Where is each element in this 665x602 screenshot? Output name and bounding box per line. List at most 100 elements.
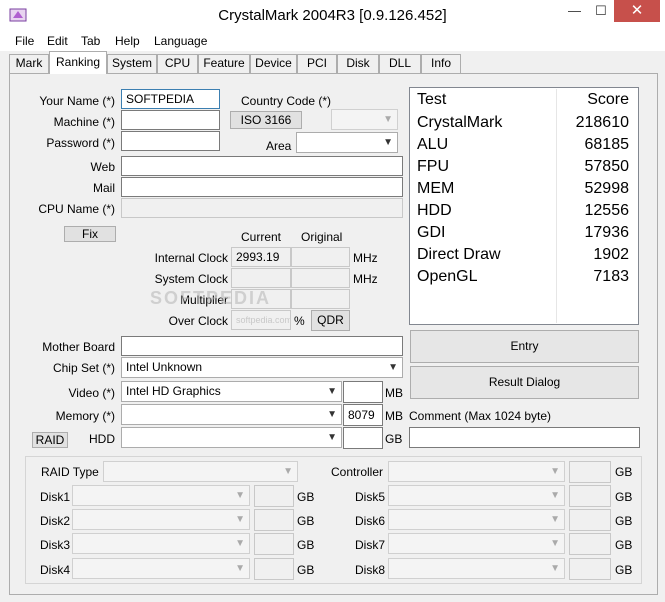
softpedia-watermark: SOFTPEDIA (150, 288, 272, 308)
menu-help[interactable]: Help (115, 34, 140, 48)
over-clock-input: softpedia.com (231, 310, 291, 330)
score-value: 57850 (584, 158, 630, 175)
disk3-size (254, 533, 294, 555)
hdd-unit: GB (385, 432, 403, 446)
memory-select[interactable]: ▼ (121, 404, 342, 425)
disk7-size (569, 533, 611, 555)
cpu-name-input[interactable] (121, 198, 403, 218)
raid-button[interactable]: RAID (32, 432, 68, 448)
menu-tab[interactable]: Tab (81, 34, 100, 48)
comment-input[interactable] (409, 427, 640, 448)
disk6-size (569, 509, 611, 531)
controller-label: Controller (331, 465, 384, 479)
your-name-label: Your Name (*) (39, 94, 115, 108)
mother-board-input[interactable] (121, 336, 403, 356)
hdd-size-input[interactable] (343, 427, 383, 449)
result-dialog-button[interactable]: Result Dialog (410, 366, 639, 399)
score-table: Test Score CrystalMark 218610 ALU 68185 FP… (409, 87, 639, 325)
web-input[interactable] (121, 156, 403, 176)
mail-input[interactable] (121, 177, 403, 197)
disk2-select[interactable]: ▼ (72, 509, 250, 530)
video-unit: MB (385, 386, 403, 400)
disk1-label: Disk1 (40, 490, 71, 504)
disk1-select[interactable]: ▼ (72, 485, 250, 506)
table-row: Direct Draw 1902 (410, 246, 638, 268)
over-clock-percent: % (294, 314, 305, 328)
menu-file[interactable]: File (15, 34, 34, 48)
menu-language[interactable]: Language (154, 34, 207, 48)
over-clock-label: Over Clock (168, 314, 228, 328)
video-value: Intel HD Graphics (126, 384, 221, 398)
tab-ranking[interactable]: Ranking (49, 51, 107, 74)
area-select[interactable]: ▼ (296, 132, 398, 153)
chevron-down-icon: ▼ (327, 432, 337, 443)
country-code-select[interactable]: ▼ (331, 109, 398, 130)
header-score: Score (587, 91, 629, 108)
disk5-label: Disk5 (355, 490, 386, 504)
score-name: CrystalMark (417, 114, 503, 131)
disk3-select[interactable]: ▼ (72, 533, 250, 554)
chevron-down-icon: ▼ (235, 490, 245, 501)
disk8-select[interactable]: ▼ (388, 558, 565, 579)
disk4-select[interactable]: ▼ (72, 558, 250, 579)
disk8-unit: GB (615, 563, 633, 577)
disk4-size (254, 558, 294, 580)
tab-device[interactable]: Device (250, 54, 297, 73)
qdr-button[interactable]: QDR (311, 310, 350, 331)
tab-feature[interactable]: Feature (198, 54, 250, 73)
minimize-button[interactable]: — (561, 0, 588, 22)
chevron-down-icon: ▼ (550, 538, 560, 549)
menu-edit[interactable]: Edit (47, 34, 68, 48)
password-input[interactable] (121, 131, 220, 151)
chip-set-value: Intel Unknown (126, 360, 203, 374)
maximize-button[interactable]: ☐ (588, 0, 614, 22)
chevron-down-icon: ▼ (235, 563, 245, 574)
video-memory-input[interactable] (343, 381, 383, 403)
memory-label: Memory (*) (55, 409, 115, 423)
mother-board-label: Mother Board (42, 340, 115, 354)
tab-system[interactable]: System (107, 54, 157, 73)
system-clock-unit: MHz (353, 272, 378, 286)
tab-mark[interactable]: Mark (9, 54, 49, 73)
chevron-down-icon: ▼ (327, 386, 337, 397)
video-select[interactable]: Intel HD Graphics ▼ (121, 381, 342, 402)
disk5-select[interactable]: ▼ (388, 485, 565, 506)
chevron-down-icon: ▼ (388, 362, 398, 373)
tab-pci[interactable]: PCI (297, 54, 337, 73)
controller-select[interactable]: ▼ (388, 461, 565, 482)
original-column-label: Original (301, 230, 343, 244)
controller-size-input (569, 461, 611, 483)
disk2-unit: GB (297, 514, 315, 528)
raid-type-select[interactable]: ▼ (103, 461, 298, 482)
system-clock-original (291, 268, 350, 288)
tab-dll[interactable]: DLL (379, 54, 421, 73)
iso-3166-button[interactable]: ISO 3166 (230, 111, 302, 129)
disk7-select[interactable]: ▼ (388, 533, 565, 554)
score-name: FPU (417, 158, 449, 175)
internal-clock-label: Internal Clock (154, 251, 228, 265)
disk6-select[interactable]: ▼ (388, 509, 565, 530)
your-name-input[interactable]: SOFTPEDIA (121, 89, 220, 109)
disk3-unit: GB (297, 538, 315, 552)
disk5-unit: GB (615, 490, 633, 504)
machine-input[interactable] (121, 110, 220, 130)
chevron-down-icon: ▼ (283, 466, 293, 477)
tab-info[interactable]: Info (421, 54, 461, 73)
disk8-size (569, 558, 611, 580)
table-row: HDD 12556 (410, 202, 638, 224)
chip-set-select[interactable]: Intel Unknown ▼ (121, 357, 403, 378)
chevron-down-icon: ▼ (383, 114, 393, 125)
score-name: GDI (417, 224, 446, 241)
entry-button[interactable]: Entry (410, 330, 639, 363)
tab-cpu[interactable]: CPU (157, 54, 198, 73)
memory-size-input[interactable]: 8079 (343, 404, 383, 426)
table-row: FPU 57850 (410, 158, 638, 180)
close-button[interactable]: ✕ (614, 0, 660, 22)
chevron-down-icon: ▼ (383, 137, 393, 148)
tab-disk[interactable]: Disk (337, 54, 379, 73)
score-name: OpenGL (417, 268, 478, 285)
video-label: Video (*) (68, 386, 115, 400)
hdd-select[interactable]: ▼ (121, 427, 342, 448)
fix-button[interactable]: Fix (64, 226, 116, 242)
header-test: Test (417, 91, 447, 108)
